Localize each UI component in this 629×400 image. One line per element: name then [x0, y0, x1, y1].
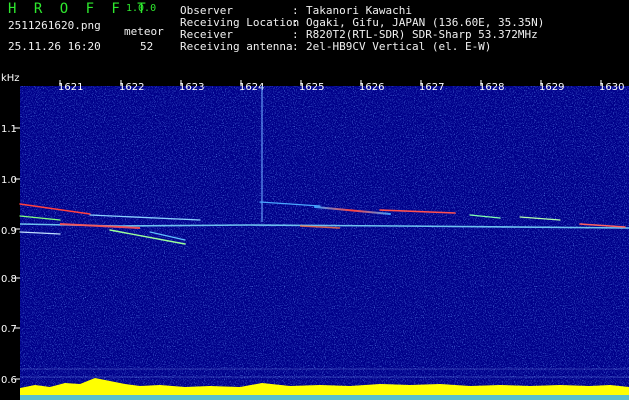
x-tick-label: 1630	[599, 82, 624, 93]
spectrogram: 1621 1622 1623 1624 1625 1626 1627 1628 …	[0, 72, 629, 400]
info-colon: :	[292, 40, 299, 53]
datetime: 25.11.26 16:20	[8, 40, 101, 53]
location-key: Receiving Location	[180, 16, 300, 29]
antenna-value: 2el-HB9CV Vertical (el. E-W)	[306, 40, 492, 53]
x-tick-label: 1621	[58, 82, 83, 93]
receiver-key: Receiver	[180, 28, 233, 41]
location-value: Ogaki, Gifu, JAPAN (136.60E, 35.35N)	[306, 16, 545, 29]
info-colon: :	[292, 16, 299, 29]
observer-key: Observer	[180, 4, 233, 17]
antenna-key: Receiving antenna	[180, 40, 293, 53]
info-colon: :	[292, 28, 299, 41]
x-tick-label: 1624	[239, 82, 264, 93]
x-tick-label: 1628	[479, 82, 504, 93]
x-tick-label: 1625	[299, 82, 324, 93]
x-tick-label: 1629	[539, 82, 564, 93]
y-tick-label: 0.7	[1, 324, 17, 335]
app-version: 1.0.0	[126, 3, 157, 14]
y-tick-label: 1.1	[1, 124, 17, 135]
meteor-label: meteor	[124, 25, 164, 38]
info-colon: :	[292, 4, 299, 17]
spectrogram-noise	[20, 86, 629, 400]
baseline-floor	[20, 395, 629, 400]
header: H R O F F T 1.0.0 2511261620.png meteor …	[0, 0, 629, 72]
meteor-count: 52	[140, 40, 154, 53]
x-tick-label: 1627	[419, 82, 444, 93]
file-name: 2511261620.png	[8, 19, 101, 32]
y-tick-label: 0.9	[1, 226, 17, 237]
y-tick-label: 0.8	[1, 274, 17, 285]
x-tick-label: 1622	[119, 82, 144, 93]
y-tick-label: 0.6	[1, 375, 17, 386]
y-tick-label: 1.0	[1, 175, 17, 186]
observer-value: Takanori Kawachi	[306, 4, 412, 17]
x-tick-label: 1623	[179, 82, 204, 93]
y-axis-unit: kHz	[1, 73, 20, 84]
receiver-value: R820T2(RTL-SDR) SDR-Sharp 53.372MHz	[306, 28, 538, 41]
x-tick-label: 1626	[359, 82, 384, 93]
